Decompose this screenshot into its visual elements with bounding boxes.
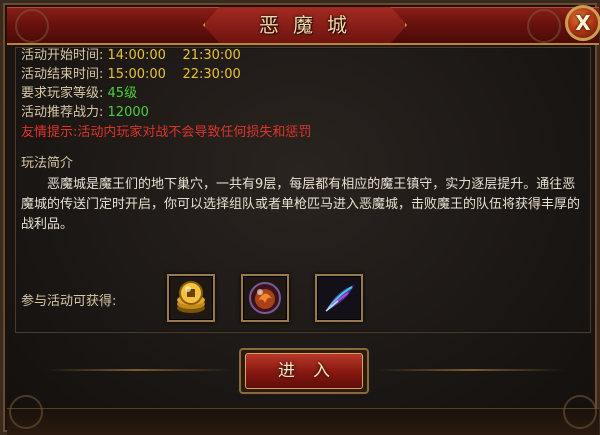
divider-left bbox=[43, 369, 233, 371]
end-time-value: 15:00:00 22:30:00 bbox=[107, 67, 241, 82]
level-row: 要求玩家等级: 45级 bbox=[21, 85, 137, 103]
window-title: 恶魔城 bbox=[259, 13, 361, 37]
rewards-label: 参与活动可获得: bbox=[21, 294, 117, 309]
warning-text: 友情提示:活动内玩家对战不会导致任何损失和惩罚 bbox=[21, 125, 312, 140]
power-row: 活动推荐战力: 12000 bbox=[21, 104, 149, 122]
corner-ornament-bottom-right bbox=[563, 395, 597, 429]
fire-orb-icon bbox=[244, 277, 286, 319]
title-ornament-right bbox=[527, 9, 561, 43]
gameplay-title: 玩法简介 bbox=[21, 156, 74, 171]
close-button[interactable]: X bbox=[565, 5, 600, 41]
gold-coins-icon bbox=[170, 277, 212, 319]
end-time-row: 活动结束时间: 15:00:00 22:30:00 bbox=[21, 66, 241, 84]
bottom-bar bbox=[7, 408, 599, 435]
start-time-value: 14:00:00 21:30:00 bbox=[107, 48, 241, 63]
gameplay-description: 恶魔城是魔王们的地下巢穴，一共有9层，每层都有相应的魔王镇守，实力逐层提升。通往… bbox=[21, 175, 581, 235]
start-time-row: 活动开始时间: 14:00:00 21:30:00 bbox=[21, 47, 241, 65]
power-value: 12000 bbox=[107, 105, 149, 120]
reward-item-gold[interactable] bbox=[167, 274, 215, 322]
enter-button[interactable]: 进入 bbox=[245, 353, 363, 389]
power-label: 活动推荐战力: bbox=[21, 105, 104, 120]
level-label: 要求玩家等级: bbox=[21, 86, 104, 101]
start-time-label: 活动开始时间: bbox=[21, 48, 104, 63]
reward-item-orb[interactable] bbox=[241, 274, 289, 322]
gameplay-description-text: 恶魔城是魔王们的地下巢穴，一共有9层，每层都有相应的魔王镇守，实力逐层提升。通往… bbox=[21, 177, 581, 232]
activity-panel: 恶魔城 X 活动开始时间: 14:00:00 21:30:00 活动结束时间: … bbox=[0, 0, 600, 435]
reward-item-feather[interactable] bbox=[315, 274, 363, 322]
feather-icon bbox=[318, 277, 360, 319]
level-value: 45级 bbox=[107, 86, 138, 101]
corner-ornament-bottom-left bbox=[9, 395, 43, 429]
title-ornament-left bbox=[15, 9, 49, 43]
close-icon: X bbox=[575, 11, 591, 35]
divider-right bbox=[375, 369, 565, 371]
end-time-label: 活动结束时间: bbox=[21, 67, 104, 82]
